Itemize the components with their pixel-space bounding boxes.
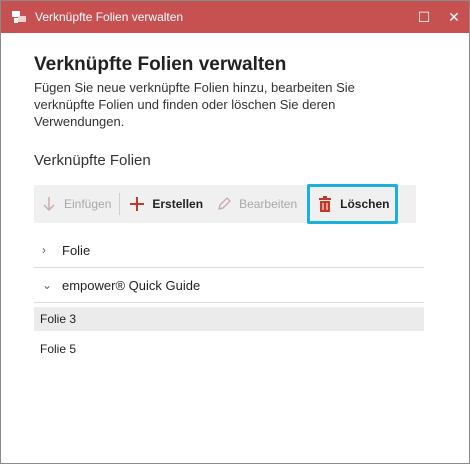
insert-label: Einfügen xyxy=(64,197,112,211)
tree-group-folie[interactable]: › Folie xyxy=(34,233,424,267)
maximize-button[interactable]: ☐ xyxy=(409,1,439,33)
title-bar: Verknüpfte Folien verwalten ☐ ✕ xyxy=(1,1,469,33)
dialog-window: Verknüpfte Folien verwalten ☐ ✕ Verknüpf… xyxy=(0,0,470,464)
delete-button[interactable]: Löschen xyxy=(307,184,399,224)
chevron-down-icon[interactable]: ⌄ xyxy=(34,278,62,292)
create-button[interactable]: Erstellen xyxy=(122,185,209,223)
insert-button[interactable]: Einfügen xyxy=(34,185,117,223)
plus-icon xyxy=(128,195,146,213)
linked-slides-tree: › Folie ⌄ empower® Quick Guide Folie 3 F… xyxy=(34,233,424,361)
edit-button[interactable]: Bearbeiten xyxy=(209,185,303,223)
create-label: Erstellen xyxy=(152,197,204,211)
section-title: Verknüpfte Folien xyxy=(34,152,151,169)
chevron-right-icon[interactable]: › xyxy=(34,243,62,257)
tree-group-label: Folie xyxy=(62,242,91,258)
page-title: Verknüpfte Folien verwalten xyxy=(34,54,287,75)
toolbar-divider xyxy=(119,193,121,215)
tree-item-folie-3[interactable]: Folie 3 xyxy=(34,307,424,331)
trash-icon xyxy=(316,195,334,213)
page-description: Fügen Sie neue verknüpfte Folien hinzu, … xyxy=(34,80,355,129)
window-title: Verknüpfte Folien verwalten xyxy=(35,10,184,24)
linked-slides-app-icon xyxy=(11,9,27,25)
tree-item-folie-5[interactable]: Folie 5 xyxy=(34,337,424,361)
delete-label: Löschen xyxy=(340,197,390,211)
toolbar: Einfügen Erstellen Bearbeiten Löschen xyxy=(34,184,416,224)
pencil-icon xyxy=(215,195,233,213)
arrow-down-icon xyxy=(40,195,58,213)
tree-group-label: empower® Quick Guide xyxy=(62,277,201,293)
edit-label: Bearbeiten xyxy=(239,197,298,211)
close-button[interactable]: ✕ xyxy=(439,1,469,33)
tree-group-quick-guide[interactable]: ⌄ empower® Quick Guide xyxy=(34,268,424,302)
